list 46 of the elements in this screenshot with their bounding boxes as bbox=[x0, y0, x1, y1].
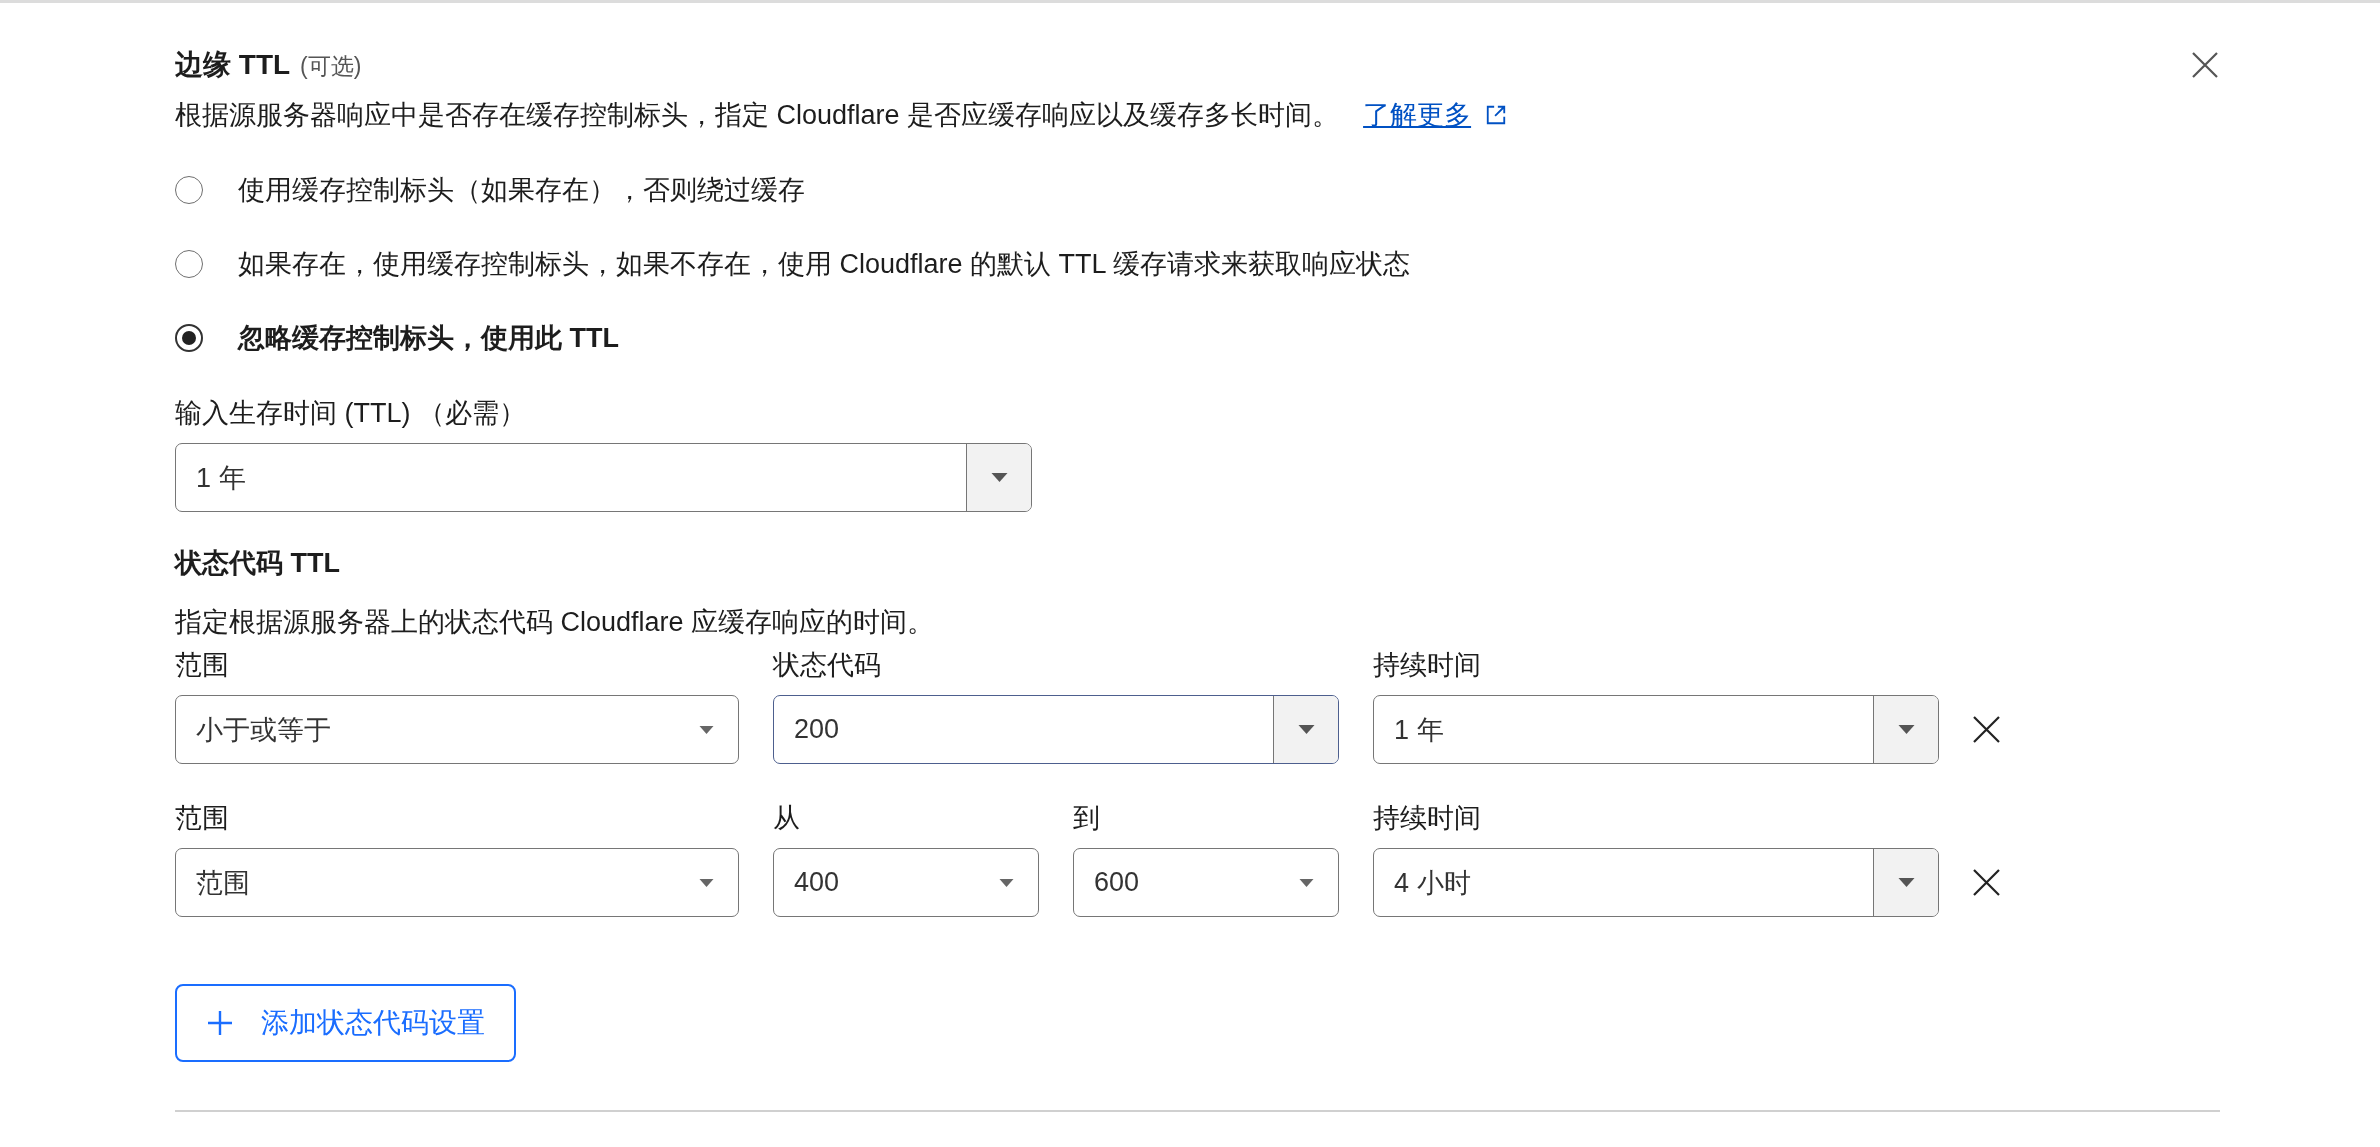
caret-icon bbox=[1297, 725, 1315, 734]
dropdown-toggle[interactable] bbox=[1273, 696, 1338, 763]
optional-label: (可选) bbox=[300, 52, 362, 81]
section-title: 状态代码 TTL bbox=[175, 547, 341, 580]
select-field[interactable]: 范围 bbox=[175, 848, 739, 917]
learn-more-link[interactable]: 了解更多 bbox=[1363, 97, 1472, 133]
caret-icon bbox=[1299, 878, 1314, 887]
radio-label[interactable]: 如果存在，使用缓存控制标头，如果不存在，使用 Cloudflare 的默认 TTL 缓存请求来获取响应状态 bbox=[238, 246, 1411, 282]
radio-label[interactable]: 使用缓存控制标头（如果存在），否则绕过缓存 bbox=[238, 172, 805, 208]
field-label: 范围 bbox=[175, 802, 230, 835]
add-status-code-button[interactable]: 添加状态代码设置 bbox=[175, 984, 516, 1062]
caret-icon bbox=[999, 878, 1014, 887]
field-label: 持续时间 bbox=[1373, 802, 1482, 835]
description-text: 根据源服务器响应中是否存在缓存控制标头，指定 Cloudflare 是否应缓存响应以及缓存多长时间。 bbox=[175, 99, 1340, 132]
combobox-field[interactable]: 1 年 bbox=[1373, 695, 1939, 764]
cross-icon[interactable] bbox=[1973, 869, 2000, 896]
combobox-field[interactable]: 4 小时 bbox=[1373, 848, 1939, 917]
combobox-field[interactable]: 200 bbox=[773, 695, 1339, 764]
field-label: 范围 bbox=[175, 649, 230, 682]
field-label: 状态代码 bbox=[773, 649, 882, 682]
caret-icon bbox=[1897, 725, 1915, 734]
field-label: 从 bbox=[773, 802, 801, 835]
plus-icon bbox=[208, 1011, 232, 1035]
close-icon[interactable] bbox=[2192, 52, 2218, 78]
caret-icon bbox=[699, 725, 714, 734]
caret-icon bbox=[1897, 878, 1915, 887]
select-field[interactable]: 400 bbox=[773, 848, 1039, 917]
radio-label[interactable]: 忽略缓存控制标头，使用此 TTL bbox=[238, 320, 619, 356]
dialog-title: 边缘 TTL bbox=[175, 48, 291, 82]
dropdown-toggle[interactable] bbox=[966, 444, 1031, 511]
field-label: 持续时间 bbox=[1373, 649, 1482, 682]
combobox-field[interactable]: 1 年 bbox=[175, 443, 1032, 512]
description-text: 指定根据源服务器上的状态代码 Cloudflare 应缓存响应的时间。 bbox=[175, 606, 936, 639]
dropdown-toggle[interactable] bbox=[1873, 696, 1938, 763]
dropdown-toggle[interactable] bbox=[1873, 849, 1938, 916]
field-label: 到 bbox=[1073, 802, 1101, 835]
select-field[interactable]: 小于或等于 bbox=[175, 695, 739, 764]
select-field[interactable]: 600 bbox=[1073, 848, 1339, 917]
caret-icon bbox=[699, 878, 714, 887]
field-label: 输入生存时间 (TTL) （必需） bbox=[175, 397, 527, 430]
cross-icon[interactable] bbox=[1973, 716, 2000, 743]
radio-button[interactable] bbox=[175, 176, 203, 204]
caret-icon bbox=[990, 473, 1008, 482]
external-link-icon[interactable] bbox=[1485, 104, 1508, 126]
radio-button[interactable] bbox=[175, 324, 203, 352]
radio-button[interactable] bbox=[175, 250, 203, 278]
